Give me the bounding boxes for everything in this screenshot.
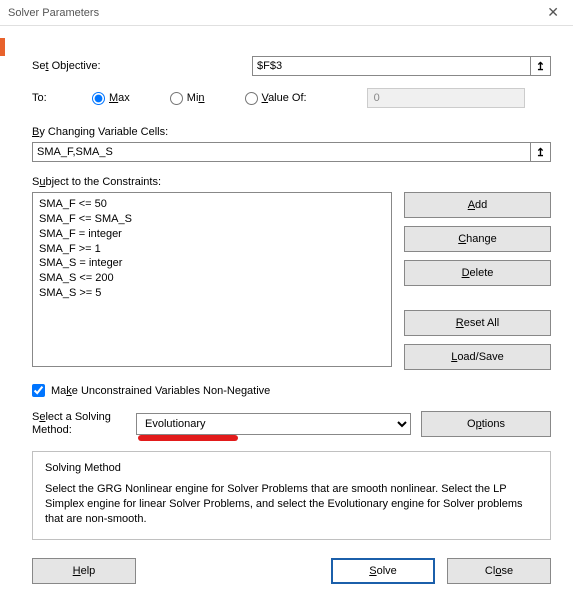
- cells-range-picker-icon[interactable]: ↥: [531, 142, 551, 162]
- objective-input[interactable]: [252, 56, 531, 76]
- options-button[interactable]: Options: [421, 411, 551, 437]
- radio-min[interactable]: Min: [170, 92, 205, 105]
- close-button[interactable]: Close: [447, 558, 551, 584]
- changing-cells-label: By Changing Variable Cells:: [32, 126, 551, 138]
- radio-valueof[interactable]: Value Of:: [245, 92, 307, 105]
- changing-cells-input[interactable]: [32, 142, 531, 162]
- reset-all-button[interactable]: Reset All: [404, 310, 551, 336]
- help-button[interactable]: Help: [32, 558, 136, 584]
- to-label: To:: [32, 92, 74, 104]
- radio-max[interactable]: Max: [92, 92, 130, 105]
- solving-method-label: Select a Solving Method:: [32, 411, 126, 437]
- objective-range-picker-icon[interactable]: ↥: [531, 56, 551, 76]
- change-button[interactable]: Change: [404, 226, 551, 252]
- load-save-button[interactable]: Load/Save: [404, 344, 551, 370]
- info-title: Solving Method: [45, 462, 538, 474]
- titlebar: Solver Parameters ✕: [0, 0, 573, 26]
- info-body: Select the GRG Nonlinear engine for Solv…: [45, 482, 538, 527]
- valueof-input: [367, 88, 525, 108]
- solving-method-info: Solving Method Select the GRG Nonlinear …: [32, 451, 551, 540]
- annotation-red-underline: [138, 435, 238, 441]
- set-objective-label: Set Objective:: [32, 60, 252, 72]
- solving-method-select[interactable]: Evolutionary: [136, 413, 411, 435]
- nonnegative-checkbox[interactable]: Make Unconstrained Variables Non-Negativ…: [32, 384, 551, 397]
- constraints-label: Subject to the Constraints:: [32, 176, 551, 188]
- delete-button[interactable]: Delete: [404, 260, 551, 286]
- constraints-listbox[interactable]: SMA_F <= 50 SMA_F <= SMA_S SMA_F = integ…: [32, 192, 392, 367]
- dialog-content: Set Objective: ↥ To: Max Min Value Of: B…: [0, 26, 573, 598]
- decorative-sliver: [0, 38, 5, 56]
- solve-button[interactable]: Solve: [331, 558, 435, 584]
- close-icon[interactable]: ✕: [541, 4, 565, 21]
- add-button[interactable]: Add: [404, 192, 551, 218]
- window-title: Solver Parameters: [8, 7, 99, 19]
